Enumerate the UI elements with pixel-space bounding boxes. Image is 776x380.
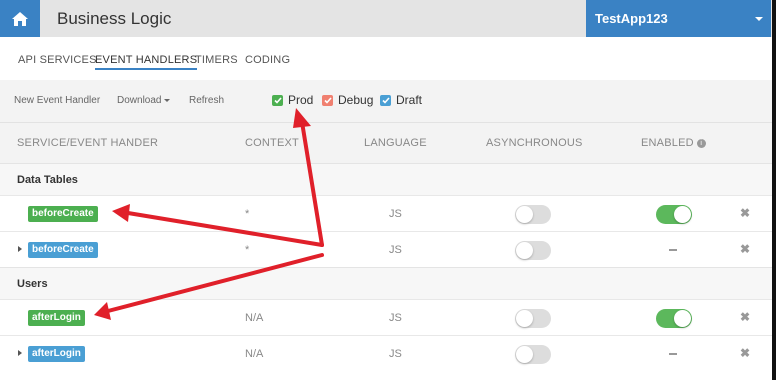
language-cell: JS [389, 312, 402, 324]
checkbox-checked-icon [272, 94, 283, 106]
page-title: Business Logic [57, 9, 172, 28]
event-handler-badge[interactable]: beforeCreate [28, 242, 98, 258]
toggle-knob [516, 346, 533, 363]
checkbox-checked-icon [322, 94, 333, 106]
event-handler-badge[interactable]: afterLogin [28, 310, 85, 326]
async-toggle[interactable] [515, 345, 551, 364]
tab-timers[interactable]: TIMERS [195, 54, 238, 66]
event-handler-badge[interactable]: afterLogin [28, 346, 85, 362]
expand-arrow-icon[interactable] [18, 350, 22, 356]
toggle-knob [516, 310, 533, 327]
checkbox-checked-icon [380, 94, 391, 106]
context-cell: N/A [245, 348, 264, 360]
new-event-handler-button[interactable]: New Event Handler [14, 95, 100, 106]
context-cell: * [245, 208, 250, 220]
async-toggle[interactable] [515, 309, 551, 328]
event-handler-badge[interactable]: beforeCreate [28, 206, 98, 222]
language-cell: JS [389, 348, 402, 360]
env-filter-draft[interactable]: Draft [380, 93, 422, 107]
table-row[interactable]: beforeCreate * JS ✖ [0, 195, 772, 232]
home-button[interactable] [0, 0, 40, 37]
delete-icon[interactable]: ✖ [740, 346, 750, 360]
enabled-toggle[interactable] [656, 205, 692, 224]
language-cell: JS [389, 208, 402, 220]
download-label: Download [117, 95, 162, 106]
tab-coding[interactable]: CODING [245, 54, 290, 66]
table-header: SERVICE/EVENT HANDER CONTEXT LANGUAGE AS… [0, 122, 772, 163]
info-icon[interactable]: i [696, 138, 706, 148]
env-label: Debug [338, 93, 374, 107]
refresh-button[interactable]: Refresh [189, 95, 224, 106]
group-header: Users [0, 267, 772, 300]
column-service: SERVICE/EVENT HANDER [17, 137, 159, 149]
env-filter-debug[interactable]: Debug [322, 93, 373, 107]
column-context: CONTEXT [245, 137, 299, 149]
app-selector[interactable]: TestApp123 [586, 0, 771, 37]
group-label: Data Tables [17, 174, 78, 186]
table-row[interactable]: afterLogin N/A JS ✖ [0, 335, 772, 372]
delete-icon[interactable]: ✖ [740, 242, 750, 256]
context-cell: N/A [245, 312, 264, 324]
enabled-dash [669, 249, 677, 251]
tab-event-handlers[interactable]: EVENT HANDLERS [95, 54, 198, 70]
column-asynchronous: ASYNCHRONOUS [486, 137, 583, 149]
caret-down-icon [755, 17, 763, 21]
async-toggle[interactable] [515, 205, 551, 224]
language-cell: JS [389, 244, 402, 256]
table-row[interactable]: beforeCreate * JS ✖ [0, 231, 772, 268]
app-name: TestApp123 [595, 11, 668, 26]
window-edge [772, 0, 776, 380]
download-menu-button[interactable]: Download [117, 95, 171, 106]
column-enabled-label: ENABLED [641, 137, 694, 149]
toggle-knob [516, 242, 533, 259]
toggle-knob [516, 206, 533, 223]
env-label: Prod [288, 93, 314, 107]
context-cell: * [245, 244, 250, 256]
group-label: Users [17, 278, 48, 290]
toggle-knob [674, 310, 691, 327]
group-header: Data Tables [0, 163, 772, 196]
delete-icon[interactable]: ✖ [740, 310, 750, 324]
toolbar: New Event Handler Download Refresh Prod … [0, 80, 772, 122]
column-enabled: ENABLED i [641, 137, 706, 149]
column-language: LANGUAGE [364, 137, 427, 149]
toggle-knob [674, 206, 691, 223]
home-icon [12, 11, 28, 26]
tab-bar: API SERVICES EVENT HANDLERS TIMERS CODIN… [0, 37, 772, 78]
env-label: Draft [396, 93, 423, 107]
tab-api-services[interactable]: API SERVICES [18, 54, 97, 66]
env-filter-prod[interactable]: Prod [272, 93, 313, 107]
expand-arrow-icon[interactable] [18, 246, 22, 252]
enabled-toggle[interactable] [656, 309, 692, 328]
caret-down-icon [164, 98, 171, 102]
enabled-dash [669, 353, 677, 355]
table-row[interactable]: afterLogin N/A JS ✖ [0, 299, 772, 336]
async-toggle[interactable] [515, 241, 551, 260]
delete-icon[interactable]: ✖ [740, 206, 750, 220]
